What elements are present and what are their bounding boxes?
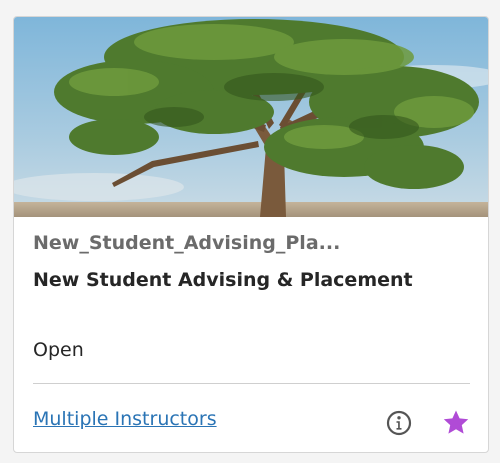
course-status: Open (33, 339, 84, 361)
course-card[interactable]: New_Student_Advising_Pla... New Student … (13, 16, 489, 453)
course-info-button[interactable] (384, 408, 414, 438)
course-id: New_Student_Advising_Pla... (33, 232, 341, 254)
favorite-button[interactable] (440, 407, 472, 439)
tree-image (14, 17, 488, 217)
info-icon (386, 410, 412, 436)
instructors-link[interactable]: Multiple Instructors (33, 408, 217, 430)
course-banner-image[interactable] (14, 17, 488, 217)
course-title[interactable]: New Student Advising & Placement (33, 269, 413, 291)
star-icon (443, 410, 469, 434)
divider (33, 383, 470, 384)
